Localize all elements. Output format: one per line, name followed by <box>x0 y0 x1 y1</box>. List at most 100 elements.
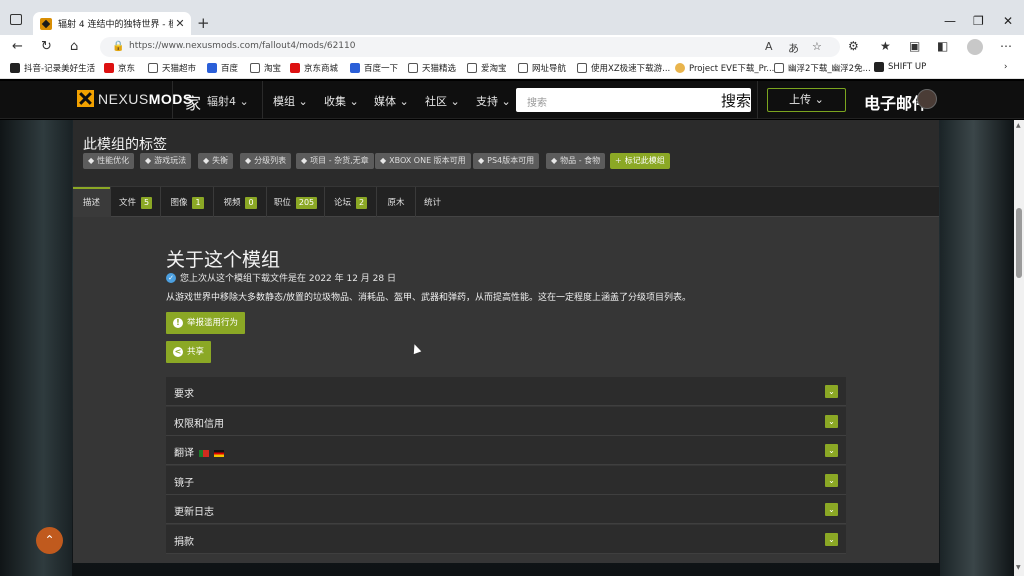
tab-posts[interactable]: 职位 205 <box>267 187 324 217</box>
tag-chip[interactable]: ◆ PS4版本可用 <box>473 153 540 169</box>
alert-icon: ! <box>173 318 183 328</box>
tag-chip[interactable]: ◆ 项目 - 杂货,无章 <box>296 153 374 169</box>
more-menu-icon[interactable]: ⋯ <box>1000 39 1012 53</box>
count-badge: 5 <box>140 197 153 209</box>
tag-chip[interactable]: ◆ 物品 - 食物 <box>546 153 606 169</box>
tag-chip[interactable]: ◆ 性能优化 <box>83 153 135 169</box>
tab-images[interactable]: 图像 1 <box>161 187 213 217</box>
scroll-up-icon[interactable]: ▲ <box>1016 122 1021 129</box>
page-icon <box>148 63 158 73</box>
tag-icon: ◆ <box>88 156 95 165</box>
bookmark-item[interactable]: 幽浮2下载_幽浮2免... <box>774 62 871 74</box>
game-selector[interactable]: 辐射4 ⌄ <box>207 93 249 109</box>
bookmark-item[interactable]: 网址导航 <box>518 62 566 74</box>
sidebar-icon[interactable]: ◧ <box>937 39 948 53</box>
favorite-star-icon[interactable]: ☆ <box>812 40 822 53</box>
nav-support[interactable]: 支持 ⌄ <box>476 93 511 109</box>
report-abuse-button[interactable]: ! 举报滥用行为 <box>166 312 246 334</box>
minimize-icon[interactable]: — <box>944 14 956 28</box>
browser-tab[interactable]: 辐射 4 连结中的独特世界 - 模组 ✕ <box>33 12 191 35</box>
close-tab-icon[interactable]: ✕ <box>173 17 187 30</box>
jd-icon <box>104 63 114 73</box>
mod-description: 从游戏世界中移除大多数静态/放置的垃圾物品、消耗品、盔甲、武器和弹药，从而提高性… <box>166 293 692 303</box>
bookmark-item[interactable]: 抖音-记录美好生活 <box>10 62 95 74</box>
bookmark-item[interactable]: SHIFT UP <box>874 62 926 72</box>
scrollbar-thumb[interactable] <box>1016 208 1022 278</box>
divider <box>262 81 263 119</box>
logo-wordmark: NEXUSMODS <box>98 90 193 107</box>
bookmark-item[interactable]: 京东 <box>104 62 135 74</box>
chevron-down-icon[interactable]: ⌄ <box>825 415 838 428</box>
scroll-down-icon[interactable]: ▼ <box>1016 564 1021 571</box>
tab-forum[interactable]: 论坛 2 <box>325 187 376 217</box>
nav-media[interactable]: 媒体 ⌄ <box>374 93 409 109</box>
tag-chip[interactable]: ◆ 游戏玩法 <box>140 153 192 169</box>
chevron-down-icon[interactable]: ⌄ <box>825 474 838 487</box>
accordion-permissions[interactable]: 权限和信用 ⌄ <box>166 407 846 436</box>
close-window-icon[interactable]: ✕ <box>1003 14 1013 28</box>
tab-stats[interactable]: 统计 <box>416 187 449 217</box>
nav-collections[interactable]: 收集 ⌄ <box>324 93 359 109</box>
search-placeholder: 搜索 <box>527 98 547 109</box>
bookmark-item[interactable]: 百度 <box>207 62 238 74</box>
home-icon[interactable]: ⌂ <box>70 39 78 54</box>
tab-description[interactable]: 描述 <box>73 187 110 217</box>
game-home-link[interactable]: 家 <box>185 90 201 114</box>
tag-this-mod-button[interactable]: + 标记此模组 <box>610 153 670 169</box>
accordion-translations[interactable]: 翻译 ⌄ <box>166 436 846 465</box>
restore-icon[interactable]: ❐ <box>973 14 984 28</box>
tab-files[interactable]: 文件 5 <box>111 187 160 217</box>
site-search-input[interactable]: 搜索 搜索 <box>516 88 751 112</box>
extensions-icon[interactable]: ⚙ <box>848 39 859 53</box>
tag-chip[interactable]: ◆ 分级列表 <box>240 153 292 169</box>
chevron-down-icon[interactable]: ⌄ <box>825 444 838 457</box>
nav-mods[interactable]: 模组 ⌄ <box>273 93 308 109</box>
accordion-requirements[interactable]: 要求 ⌄ <box>166 377 846 406</box>
url-bar[interactable]: 🔒 https://www.nexusmods.com/fallout4/mod… <box>100 37 840 57</box>
accordion-changelog[interactable]: 更新日志 ⌄ <box>166 495 846 524</box>
back-to-top-icon[interactable]: ⌃ <box>36 527 63 554</box>
tab-logs[interactable]: 原木 <box>377 187 415 217</box>
tag-chip[interactable]: ◆ XBOX ONE 版本可用 <box>375 153 471 169</box>
accordion-donations[interactable]: 捐款 ⌄ <box>166 525 846 554</box>
profile-icon[interactable] <box>967 39 983 55</box>
tab-videos[interactable]: 视频 0 <box>214 187 266 217</box>
page-scrollbar[interactable]: ▲ ▼ <box>1014 120 1024 576</box>
chevron-down-icon[interactable]: ⌄ <box>825 503 838 516</box>
bookmark-item[interactable]: 爱淘宝 <box>467 62 507 74</box>
user-avatar[interactable] <box>917 89 937 109</box>
collections-icon[interactable]: ▣ <box>909 39 920 53</box>
chevron-down-icon[interactable]: ⌄ <box>825 385 838 398</box>
bookmark-item[interactable]: 京东商城 <box>290 62 338 74</box>
nav-community[interactable]: 社区 ⌄ <box>425 93 460 109</box>
chevron-down-icon: ⌄ <box>399 95 409 108</box>
url-text[interactable]: https://www.nexusmods.com/fallout4/mods/… <box>129 41 356 51</box>
bookmark-item[interactable]: 使用XZ极速下载游... <box>577 62 670 74</box>
upload-button[interactable]: 上传 ⌄ <box>767 88 846 112</box>
tag-chip[interactable]: ◆ 失衡 <box>198 153 234 169</box>
chevron-down-icon[interactable]: ⌄ <box>825 533 838 546</box>
accordion-mirrors[interactable]: 镜子 ⌄ <box>166 466 846 495</box>
refresh-icon[interactable]: ↻ <box>41 39 52 54</box>
translate-icon[interactable]: あ <box>788 40 799 56</box>
bookmarks-more-icon[interactable]: › <box>1004 62 1007 72</box>
search-button[interactable]: 搜索 <box>721 90 751 111</box>
new-tab-icon[interactable]: + <box>197 14 210 32</box>
read-aloud-icon[interactable]: A <box>765 40 773 53</box>
check-circle-icon: ✓ <box>166 272 176 283</box>
page-icon <box>518 63 528 73</box>
bookmark-item[interactable]: 天猫超市 <box>148 62 196 74</box>
nexusmods-logo[interactable]: NEXUSMODS <box>77 90 193 107</box>
tag-icon: ◆ <box>301 156 308 165</box>
back-arrow-icon[interactable]: ← <box>12 39 23 54</box>
bookmark-item[interactable]: Project EVE下载_Pr... <box>675 62 774 74</box>
count-badge: 2 <box>355 197 368 209</box>
bookmark-item[interactable]: 百度一下 <box>350 62 398 74</box>
favorites-icon[interactable]: ★ <box>880 39 891 53</box>
bookmark-item[interactable]: 淘宝 <box>250 62 281 74</box>
jd-icon <box>290 63 300 73</box>
tags-panel: 此模组的标签 ◆ 性能优化 ◆ 游戏玩法 ◆ 失衡 ◆ 分级列表 ◆ 项目 - 杂货,无章… <box>73 120 939 186</box>
share-button[interactable]: < 共享 <box>166 341 212 363</box>
bookmark-item[interactable]: 天猫精选 <box>408 62 456 74</box>
workspaces-icon[interactable] <box>10 14 22 25</box>
